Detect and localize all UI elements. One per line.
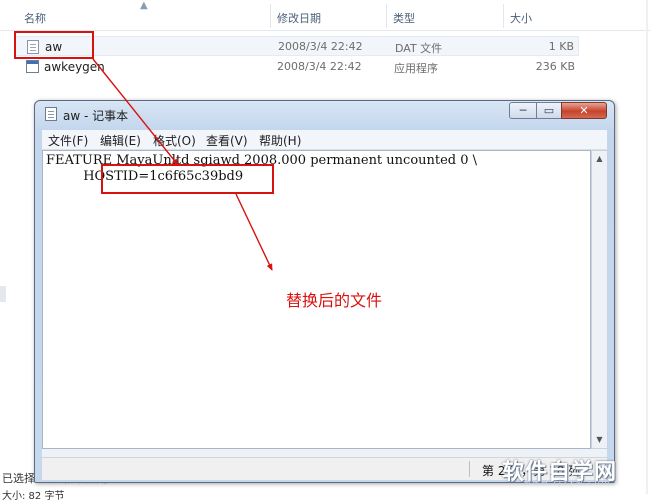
- annotation-arrows: [92, 58, 273, 271]
- arrow-hostid-to-label: [235, 193, 273, 271]
- arrow-file-to-hostid: [92, 58, 179, 166]
- annotation-label: 替换后的文件: [286, 291, 383, 310]
- watermark-url: www.rjzxw.com: [524, 478, 612, 487]
